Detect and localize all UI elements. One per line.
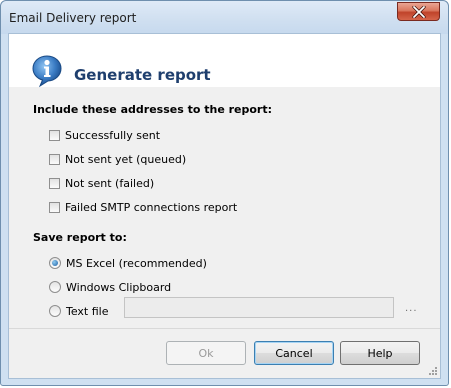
save-section-label: Save report to: (33, 231, 127, 244)
radio-label: Windows Clipboard (66, 280, 172, 294)
info-icon (32, 55, 62, 88)
checkbox-label: Successfully sent (65, 128, 161, 142)
checkbox-box[interactable] (49, 177, 60, 189)
dialog-window: Email Delivery report Generate report In (0, 0, 449, 386)
checkbox-label: Not sent yet (queued) (65, 152, 187, 166)
ok-button[interactable]: Ok (166, 341, 246, 365)
checkbox-label: Failed SMTP connections report (65, 200, 238, 214)
radio-button[interactable] (49, 305, 61, 317)
help-button[interactable]: Help (340, 341, 420, 365)
checkbox-box[interactable] (49, 201, 60, 213)
dialog-heading: Generate report (74, 66, 211, 84)
checkbox-not-sent-queued[interactable]: Not sent yet (queued) (49, 151, 186, 167)
radio-label: MS Excel (recommended) (66, 256, 207, 270)
close-button[interactable] (397, 2, 440, 21)
title-bar[interactable]: Email Delivery report (1, 1, 448, 34)
radio-ms-excel[interactable]: MS Excel (recommended) (49, 255, 207, 271)
footer-separator (9, 328, 440, 329)
close-icon (412, 6, 426, 18)
browse-button[interactable]: ... (405, 303, 418, 314)
checkbox-not-sent-failed[interactable]: Not sent (failed) (49, 175, 154, 191)
resize-grip-icon[interactable] (428, 366, 438, 376)
checkbox-successfully-sent[interactable]: Successfully sent (49, 127, 160, 143)
radio-windows-clipboard[interactable]: Windows Clipboard (49, 279, 171, 295)
radio-label: Text file (66, 304, 109, 318)
radio-button[interactable] (49, 257, 61, 269)
radio-button[interactable] (49, 281, 61, 293)
checkbox-box[interactable] (49, 153, 60, 165)
window-title: Email Delivery report (9, 11, 137, 25)
dialog-body: Generate report Include these addresses … (8, 33, 441, 379)
checkbox-box[interactable] (49, 129, 60, 141)
checkbox-failed-smtp[interactable]: Failed SMTP connections report (49, 199, 237, 215)
checkbox-label: Not sent (failed) (65, 176, 155, 190)
text-file-path-input[interactable] (124, 297, 394, 318)
include-section-label: Include these addresses to the report: (33, 103, 273, 116)
radio-text-file[interactable]: Text file (49, 303, 109, 319)
cancel-button[interactable]: Cancel (254, 341, 334, 365)
